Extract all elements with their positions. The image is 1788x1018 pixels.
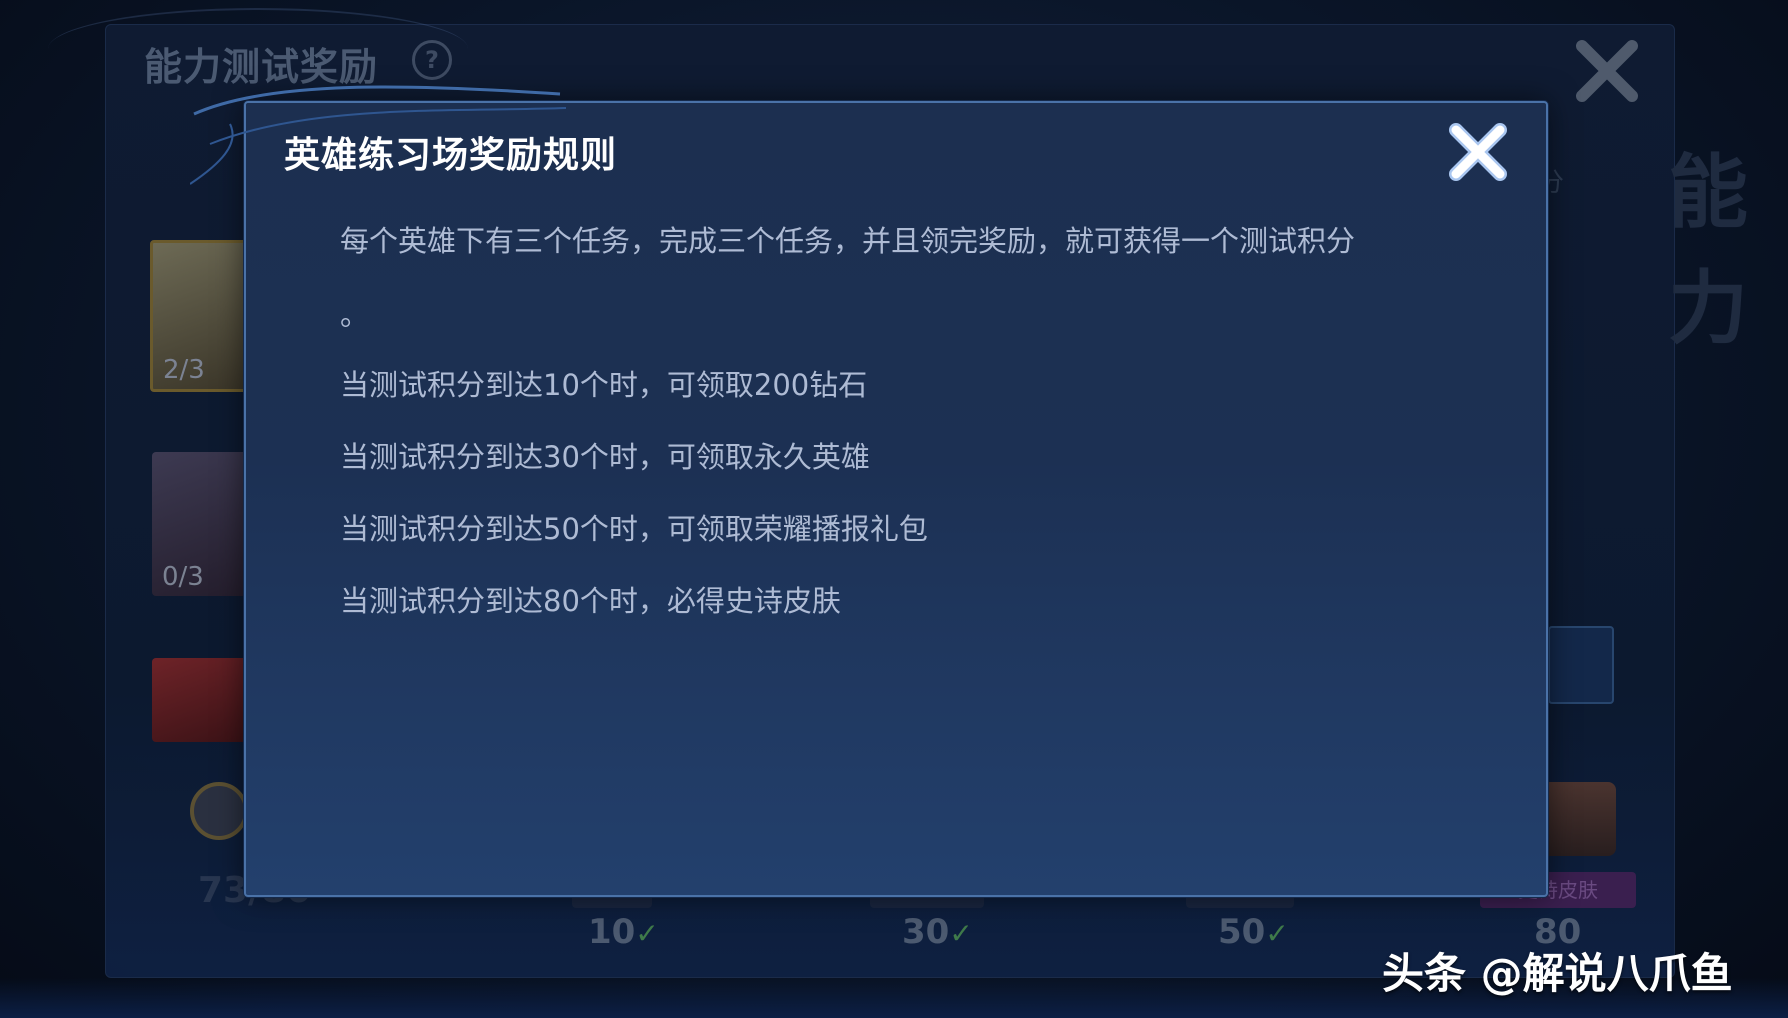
rule-line: 每个英雄下有三个任务，完成三个任务，并且领完奖励，就可获得一个测试积分 bbox=[340, 224, 1356, 258]
game-screen: 能力测试奖励 ? 分 能力 2/3 0/3 73/80 史诗皮肤 10✓ 30✓… bbox=[0, 0, 1788, 1018]
milestone-number: 30 bbox=[902, 912, 950, 952]
rule-line: 当测试积分到达50个时，可领取荣耀播报礼包 bbox=[340, 512, 928, 546]
rule-line: 当测试积分到达10个时，可领取200钻石 bbox=[340, 368, 868, 402]
milestone-value: 50✓ bbox=[1218, 912, 1289, 952]
rule-line: 当测试积分到达30个时，可领取永久英雄 bbox=[340, 440, 870, 474]
close-x-icon[interactable] bbox=[1444, 118, 1512, 186]
milestone-number: 10 bbox=[588, 912, 636, 952]
watermark: 头条 @解说八爪鱼 bbox=[1382, 949, 1733, 998]
check-icon: ✓ bbox=[1265, 917, 1289, 950]
rule-line: 当测试积分到达80个时，必得史诗皮肤 bbox=[340, 584, 841, 618]
check-icon: ✓ bbox=[635, 917, 659, 950]
check-icon: ✓ bbox=[949, 917, 973, 950]
treasure-chest-icon[interactable] bbox=[1540, 782, 1616, 856]
hero-task-count: 0/3 bbox=[162, 562, 204, 592]
background-panel-title: 能力测试奖励 bbox=[144, 45, 379, 89]
hero-card[interactable] bbox=[152, 658, 248, 742]
background-close-icon[interactable] bbox=[1572, 36, 1642, 106]
milestone-value: 30✓ bbox=[902, 912, 973, 952]
milestone-number: 50 bbox=[1218, 912, 1266, 952]
rule-line: 。 bbox=[340, 298, 370, 332]
background-large-title: 能力 bbox=[1668, 146, 1748, 355]
hero-card[interactable]: 0/3 bbox=[152, 452, 248, 596]
test-points-coin-icon bbox=[190, 782, 248, 840]
milestone-value: 10✓ bbox=[588, 912, 659, 952]
background-side-button[interactable] bbox=[1548, 626, 1614, 704]
hero-task-count: 2/3 bbox=[163, 355, 205, 385]
hero-card[interactable]: 2/3 bbox=[150, 240, 252, 392]
dialog-title: 英雄练习场奖励规则 bbox=[284, 135, 618, 176]
question-circle-icon[interactable]: ? bbox=[412, 40, 452, 80]
